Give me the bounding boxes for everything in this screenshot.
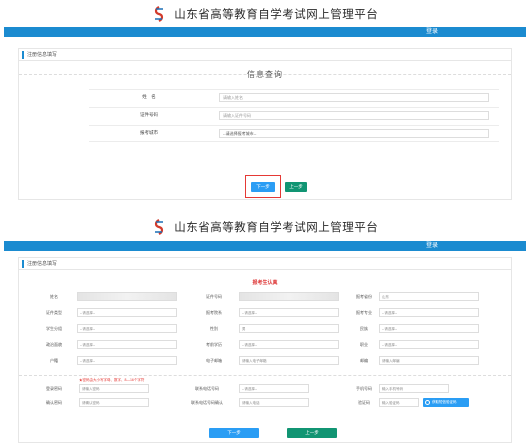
household-select[interactable]: --请选择-- (77, 356, 177, 365)
info-query-title: 信息查询 (247, 70, 283, 79)
divider (19, 375, 511, 376)
id-type-select[interactable]: --请选择-- (77, 308, 177, 317)
education-select[interactable]: --请选择-- (239, 340, 339, 349)
login-link[interactable]: 登录 (426, 241, 438, 251)
group-label: 学生分组 (46, 326, 62, 331)
zip-label: 邮编 (360, 358, 368, 363)
logo-icon (154, 5, 163, 22)
brand-header: 山东省高等教育自学考试网上管理平台 (0, 5, 530, 25)
name-row: 姓 名 请输入姓名 (89, 89, 499, 105)
get-sms-button[interactable]: 获取短信验证码 (423, 398, 469, 407)
phone-confirm-input[interactable]: 请输入电话 (239, 398, 309, 407)
id-label: 证件号码 (206, 294, 222, 299)
step1-screenshot: 山东省高等教育自学考试网上管理平台 登录 注册信息填写 信息查询 姓 名 请输入… (0, 0, 530, 205)
household-label: 户籍 (50, 358, 58, 363)
dept-select[interactable]: --请选择-- (239, 308, 339, 317)
form-heading: 报考生认真 (252, 280, 278, 286)
form-row: 政治面貌 --请选择-- 考前学历 --请选择-- 职业 --请选择-- (19, 338, 511, 352)
ethnic-select[interactable]: --请选择-- (379, 324, 479, 333)
id-input[interactable]: 请输入证件号码 (219, 111, 489, 120)
brand-title: 山东省高等教育自学考试网上管理平台 (174, 219, 379, 234)
gender-label: 性别 (210, 326, 218, 331)
ethnic-label: 民族 (360, 326, 368, 331)
mobile-label: 手机号码 (356, 386, 372, 391)
gender-select[interactable]: 男 (239, 324, 339, 333)
section-title: 注册信息填写 (27, 261, 58, 267)
top-nav-bar-2: 登录 (4, 241, 526, 251)
sms-input[interactable]: 输入验证码 (379, 398, 419, 407)
province-value: 山东 (379, 292, 479, 301)
phone-label: 联系电话号码 (195, 386, 219, 391)
brand-header-2: 山东省高等教育自学考试网上管理平台 (0, 218, 530, 238)
id-type-label: 证件类型 (46, 310, 62, 315)
province-label: 报考省份 (356, 294, 372, 299)
name-label: 姓 名 (142, 94, 156, 99)
login-link[interactable]: 登录 (426, 27, 438, 37)
password-input[interactable]: 请输入密码 (79, 384, 149, 393)
brand-title: 山东省高等教育自学考试网上管理平台 (174, 6, 379, 21)
name-input[interactable]: 请输入姓名 (219, 93, 489, 102)
step2-screenshot: 山东省高等教育自学考试网上管理平台 登录 注册信息填写 报考生认真 姓名 证件号… (0, 212, 530, 445)
form-row: 学生分组 --请选择-- 性别 男 民族 --请选择-- (19, 322, 511, 336)
section-marker (22, 260, 24, 268)
group-select[interactable]: --请选择-- (77, 324, 177, 333)
prev-button[interactable]: 上一步 (285, 182, 307, 192)
zip-input[interactable]: 请输入邮编 (379, 356, 479, 365)
job-select[interactable]: --请选择-- (379, 340, 479, 349)
panel-header: 注册信息填写 (19, 49, 511, 61)
confirm-label: 确认密码 (46, 400, 62, 405)
city-select[interactable]: --请选择报考城市-- (219, 129, 489, 138)
mobile-input[interactable]: 输入手机号码 (379, 384, 449, 393)
phone-select[interactable]: --请选择-- (239, 384, 309, 393)
smile-icon (425, 400, 430, 405)
political-select[interactable]: --请选择-- (77, 340, 177, 349)
political-label: 政治面貌 (46, 342, 62, 347)
education-label: 考前学历 (206, 342, 222, 347)
next-button[interactable]: 下一步 (251, 182, 275, 192)
panel-header: 注册信息填写 (19, 258, 511, 270)
register-panel-2: 注册信息填写 报考生认真 姓名 证件号码 报考省份 山东 证件类型 --请选择-… (18, 257, 512, 443)
logo-icon (154, 218, 163, 235)
form-row: 姓名 证件号码 报考省份 山东 (19, 290, 511, 304)
job-label: 职业 (360, 342, 368, 347)
city-label: 报考城市 (140, 130, 158, 135)
name-value (77, 292, 177, 301)
dept-label: 报考院系 (206, 310, 222, 315)
section-marker (22, 51, 24, 59)
form-row: 户籍 --请选择-- 电子邮箱 请输入电子邮箱 邮编 请输入邮编 (19, 354, 511, 368)
id-label: 证件号码 (140, 112, 158, 117)
email-label: 电子邮箱 (206, 358, 222, 363)
password-tip: ★密码由大小写字母、数字、8—16个字符 (79, 378, 145, 382)
city-row: 报考城市 --请选择报考城市-- (89, 125, 499, 142)
register-panel: 注册信息填写 信息查询 姓 名 请输入姓名 证件号码 请输入证件号码 报考城市 … (18, 48, 512, 200)
get-sms-label: 获取短信验证码 (432, 400, 457, 404)
email-input[interactable]: 请输入电子邮箱 (239, 356, 339, 365)
sms-label: 验证码 (358, 400, 370, 405)
major-select[interactable]: --请选择-- (379, 308, 479, 317)
prev-button[interactable]: 上一步 (287, 428, 337, 438)
form-row: 证件类型 --请选择-- 报考院系 --请选择-- 报考专业 --请选择-- (19, 306, 511, 320)
name-label: 姓名 (50, 294, 58, 299)
confirm-input[interactable]: 请确认密码 (79, 398, 149, 407)
password-label: 登录密码 (46, 386, 62, 391)
section-title: 注册信息填写 (27, 52, 58, 58)
phone-confirm-label: 联系电话号码确认 (191, 400, 223, 405)
id-row: 证件号码 请输入证件号码 (89, 107, 499, 123)
top-nav-bar: 登录 (4, 27, 526, 37)
next-button[interactable]: 下一步 (209, 428, 259, 438)
id-value (239, 292, 339, 301)
major-label: 报考专业 (356, 310, 372, 315)
